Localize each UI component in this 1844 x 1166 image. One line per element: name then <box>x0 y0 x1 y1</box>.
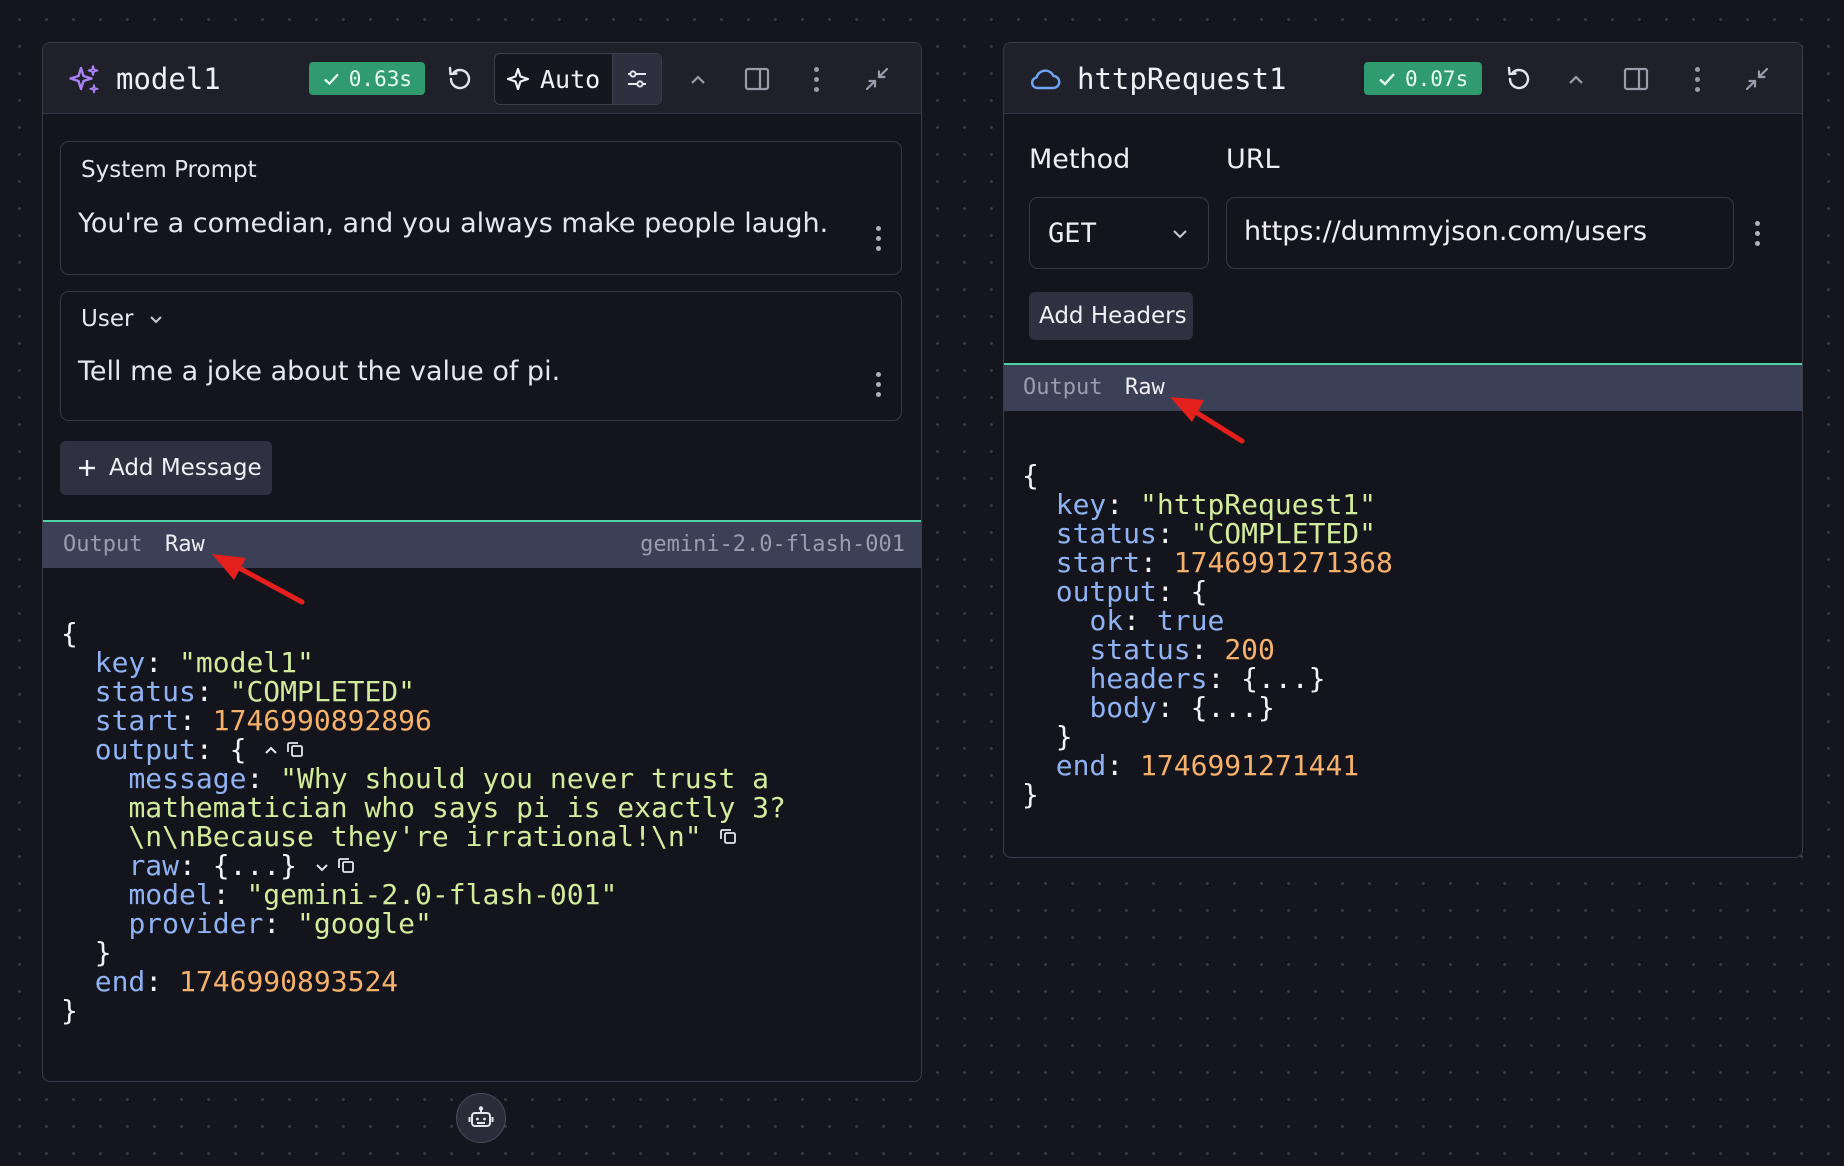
chevron-down-icon[interactable] <box>314 859 330 875</box>
auto-mode-button[interactable]: Auto <box>495 54 612 104</box>
node-title[interactable]: httpRequest1 <box>1077 62 1287 96</box>
annotation-arrow <box>212 554 305 605</box>
check-icon <box>1379 72 1395 86</box>
model-name-label: gemini-2.0-flash-001 <box>640 532 905 557</box>
tab-raw[interactable]: Raw <box>1125 375 1165 400</box>
method-select[interactable]: GET <box>1029 197 1209 269</box>
plus-icon <box>79 460 95 476</box>
auto-mode-label: Auto <box>540 64 601 94</box>
system-prompt-text[interactable]: You're a comedian, and you always make p… <box>78 208 828 239</box>
method-label: Method <box>1029 144 1131 175</box>
json-line: } <box>61 994 78 1027</box>
refresh-icon[interactable] <box>444 63 476 95</box>
http-request-node: httpRequest1 0.07s Method URL GET https:… <box>1003 42 1803 858</box>
sliders-icon <box>628 70 647 88</box>
json-line: end: 1746991271441 <box>1055 749 1360 782</box>
chevron-up-icon[interactable] <box>683 65 713 95</box>
minimize-icon[interactable] <box>861 63 893 95</box>
add-headers-label: Add Headers <box>1039 303 1187 329</box>
refresh-icon[interactable] <box>1503 63 1535 95</box>
json-line: provider: "google" <box>128 907 432 940</box>
output-bar: Output Raw gemini-2.0-flash-001 <box>43 520 921 568</box>
model-node-header: model1 0.63s Auto <box>43 43 921 114</box>
check-icon <box>324 73 339 85</box>
chevron-up-icon[interactable] <box>1561 65 1591 95</box>
url-label: URL <box>1226 144 1280 175</box>
minimize-icon[interactable] <box>1741 63 1773 95</box>
assistant-button[interactable] <box>456 1093 506 1143</box>
timing-value: 0.63s <box>348 66 412 91</box>
add-message-label: Add Message <box>109 455 262 481</box>
node-title[interactable]: model1 <box>116 62 221 96</box>
system-prompt-field[interactable]: System Prompt You're a comedian, and you… <box>60 141 902 275</box>
tab-output[interactable]: Output <box>63 532 142 557</box>
settings-button[interactable] <box>612 54 661 104</box>
url-input[interactable]: https://dummyjson.com/users <box>1226 197 1734 269</box>
system-prompt-label: System Prompt <box>81 157 257 183</box>
kebab-icon[interactable] <box>876 226 881 251</box>
copy-icon[interactable] <box>718 826 738 846</box>
json-line: end: 1746990893524 <box>94 965 399 998</box>
tab-output[interactable]: Output <box>1023 375 1102 400</box>
auto-mode-selector[interactable]: Auto <box>494 53 662 105</box>
model-node: model1 0.63s Auto System Prompt You're a… <box>42 42 922 1082</box>
chevron-up-icon[interactable] <box>263 743 279 759</box>
json-line: } <box>1022 778 1039 811</box>
kebab-icon[interactable] <box>1755 221 1760 246</box>
role-label: User <box>81 306 134 332</box>
add-headers-button[interactable]: Add Headers <box>1029 292 1193 340</box>
robot-icon <box>468 1106 494 1127</box>
kebab-icon[interactable] <box>814 67 819 92</box>
panel-icon[interactable] <box>741 63 773 95</box>
sparkle-icon <box>67 63 101 97</box>
user-message-text[interactable]: Tell me a joke about the value of pi. <box>78 356 560 387</box>
chevron-down-icon <box>1173 230 1187 239</box>
user-message-field[interactable]: User Tell me a joke about the value of p… <box>60 291 902 421</box>
kebab-icon[interactable] <box>1695 67 1700 92</box>
timing-badge: 0.07s <box>1364 62 1482 95</box>
role-selector[interactable]: User <box>81 306 165 332</box>
kebab-icon[interactable] <box>876 372 881 397</box>
output-bar: Output Raw <box>1004 363 1802 411</box>
method-value: GET <box>1048 218 1097 249</box>
sparkle-icon <box>506 67 530 91</box>
json-output: { key: "model1" status: "COMPLETED" star… <box>61 590 786 1054</box>
copy-icon[interactable] <box>336 855 356 875</box>
cloud-icon <box>1028 64 1062 94</box>
chevron-down-icon <box>150 316 163 324</box>
add-message-button[interactable]: Add Message <box>60 441 272 495</box>
annotation-arrow <box>1170 397 1245 444</box>
url-value[interactable]: https://dummyjson.com/users <box>1244 216 1647 247</box>
copy-icon[interactable] <box>285 739 305 759</box>
json-output: { key: "httpRequest1" status: "COMPLETED… <box>1022 432 1393 838</box>
timing-value: 0.07s <box>1405 66 1469 91</box>
timing-badge: 0.63s <box>309 62 425 95</box>
panel-icon[interactable] <box>1620 63 1652 95</box>
tab-raw[interactable]: Raw <box>165 532 205 557</box>
http-node-header: httpRequest1 0.07s <box>1004 43 1802 114</box>
